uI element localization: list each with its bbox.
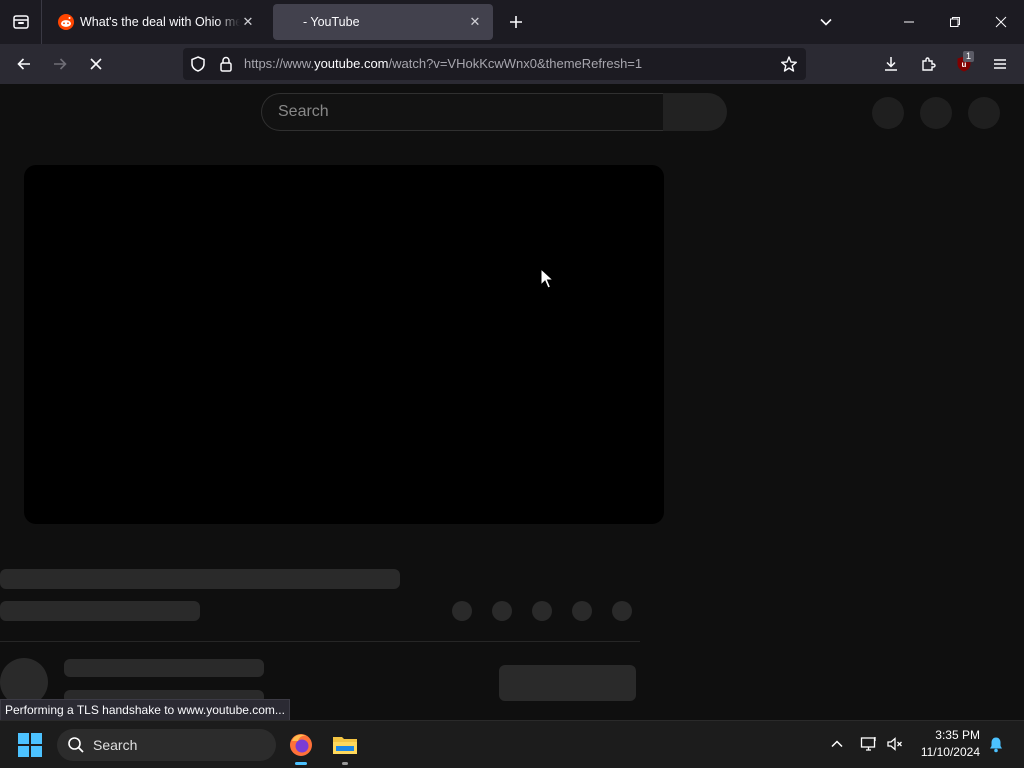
windows-start-icon[interactable]: [18, 733, 42, 762]
tab-youtube[interactable]: - YouTube ✕: [273, 4, 493, 40]
url-prefix: https://www.: [244, 56, 315, 71]
downloads-icon[interactable]: [873, 44, 909, 84]
close-window-icon[interactable]: [978, 0, 1024, 44]
taskbar-search-label: Search: [93, 737, 138, 753]
windows-taskbar: Search 3:35 PM 11/10/2024: [0, 720, 1024, 768]
new-tab-icon[interactable]: [502, 8, 530, 36]
title-skeleton: [0, 569, 400, 589]
tab-list-icon[interactable]: [0, 0, 42, 44]
action-skeleton-circle: [532, 601, 552, 621]
action-skeleton-circle: [492, 601, 512, 621]
mouse-cursor-icon: [540, 267, 555, 295]
minimize-icon[interactable]: [886, 0, 932, 44]
info-skeleton: [0, 601, 200, 621]
header-skeleton-circle: [872, 97, 904, 129]
extensions-puzzle-icon[interactable]: [910, 44, 946, 84]
hamburger-menu-icon[interactable]: [982, 44, 1018, 84]
taskbar-clock[interactable]: 3:35 PM 11/10/2024: [921, 727, 980, 761]
youtube-search-input[interactable]: Search: [261, 93, 663, 131]
active-app-indicator: [295, 762, 307, 765]
bookmark-star-icon[interactable]: [780, 55, 798, 78]
network-display-icon[interactable]: [860, 736, 878, 757]
search-icon: [67, 736, 85, 759]
url-path: /watch?v=VHokKcwWnx0&themeRefresh=1: [388, 56, 643, 71]
search-placeholder: Search: [278, 103, 329, 120]
list-all-tabs-icon[interactable]: [803, 0, 849, 44]
tab-title: - YouTube: [303, 15, 360, 29]
firefox-taskbar-icon[interactable]: [286, 725, 316, 765]
speaker-muted-icon[interactable]: [886, 736, 904, 757]
url-text[interactable]: https://www.youtube.com/watch?v=VHokKcwW…: [244, 48, 642, 80]
action-skeleton-circle: [452, 601, 472, 621]
url-domain: youtube.com: [314, 56, 389, 71]
restore-icon[interactable]: [932, 0, 978, 44]
lock-icon[interactable]: [217, 55, 235, 78]
clock-date: 11/10/2024: [920, 745, 980, 759]
header-skeleton-circle: [968, 97, 1000, 129]
status-panel: Performing a TLS handshake to www.youtub…: [0, 699, 290, 721]
action-skeleton-circle: [612, 601, 632, 621]
divider: [0, 641, 640, 642]
tab-reddit[interactable]: What's the deal with Ohio meme ✕: [48, 4, 266, 40]
action-skeleton-circle: [572, 601, 592, 621]
subscribe-button-skeleton: [499, 665, 636, 701]
stop-loading-icon[interactable]: [78, 44, 114, 84]
youtube-search-button[interactable]: [663, 93, 727, 131]
reddit-icon: [58, 14, 74, 30]
show-hidden-icons-chevron-icon[interactable]: [829, 736, 845, 757]
clock-time: 3:35 PM: [935, 728, 980, 742]
tab-strip: What's the deal with Ohio meme ✕ - YouTu…: [0, 0, 1024, 44]
channel-name-skeleton: [64, 659, 264, 677]
ublock-origin-icon[interactable]: u 1: [946, 44, 982, 84]
extension-badge: 1: [963, 51, 975, 62]
tab-title: What's the deal with Ohio meme: [80, 15, 240, 29]
video-player[interactable]: [24, 165, 664, 524]
close-tab-icon[interactable]: ✕: [240, 14, 256, 30]
forward-icon[interactable]: [42, 44, 78, 84]
taskbar-search-box[interactable]: Search: [57, 729, 276, 761]
notification-bell-icon[interactable]: [988, 736, 1004, 758]
open-app-indicator: [342, 762, 348, 765]
close-tab-icon[interactable]: ✕: [467, 14, 483, 30]
tracking-protection-shield-icon[interactable]: [189, 55, 207, 78]
navigation-toolbar: https://www.youtube.com/watch?v=VHokKcwW…: [0, 44, 1024, 84]
file-explorer-taskbar-icon[interactable]: [330, 725, 360, 765]
back-icon[interactable]: [6, 44, 42, 84]
header-skeleton-circle: [920, 97, 952, 129]
address-bar[interactable]: https://www.youtube.com/watch?v=VHokKcwW…: [183, 48, 806, 80]
